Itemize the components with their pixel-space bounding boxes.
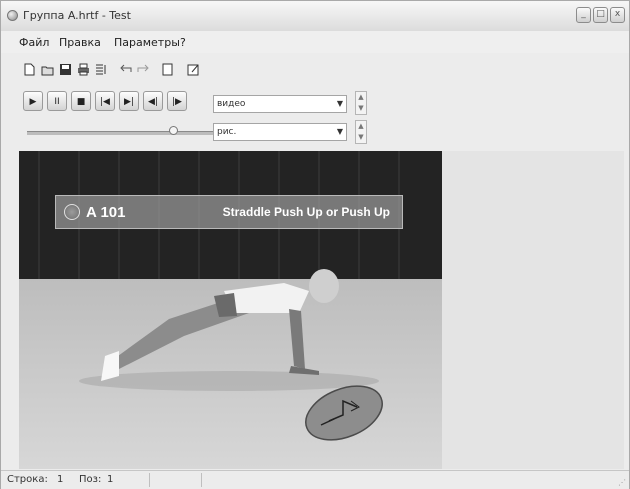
status-divider xyxy=(149,473,150,487)
menu-file[interactable]: Файл xyxy=(19,36,49,49)
dropdown-arrow-icon: ▼ xyxy=(336,99,343,108)
dropdown-arrow-icon: ▼ xyxy=(336,127,343,136)
spin-down-icon[interactable]: ▼ xyxy=(356,132,366,143)
app-window: Группа A.hrtf - Test _ □ x Файл Правка П… xyxy=(0,0,630,489)
app-icon xyxy=(7,10,18,21)
spin-down-icon[interactable]: ▼ xyxy=(356,103,366,114)
status-row-label: Строка: xyxy=(7,474,48,485)
status-divider xyxy=(201,473,202,487)
title-bar: Группа A.hrtf - Test _ □ x xyxy=(1,1,629,32)
spin-up-icon[interactable]: ▲ xyxy=(356,121,366,132)
pause-button[interactable]: II xyxy=(47,91,67,111)
page-icon[interactable] xyxy=(161,63,174,76)
skip-forward-button[interactable]: ▶| xyxy=(119,91,139,111)
movement-symbol-icon xyxy=(305,385,383,441)
banner-title: Straddle Push Up or Push Up xyxy=(222,205,390,219)
picture-select[interactable]: рис. ▼ xyxy=(213,123,347,141)
banner-emblem-icon xyxy=(64,204,80,220)
spin-up-icon[interactable]: ▲ xyxy=(356,92,366,103)
transport-controls: ▶ II ■ |◀ ▶| ◀| |▶ xyxy=(23,91,187,113)
undo-icon[interactable] xyxy=(119,63,132,76)
maximize-button[interactable]: □ xyxy=(593,7,608,23)
window-title: Группа A.hrtf - Test xyxy=(23,9,131,22)
video-select-value: видео xyxy=(217,99,246,109)
save-icon[interactable] xyxy=(59,63,72,76)
play-button[interactable]: ▶ xyxy=(23,91,43,111)
toolbar xyxy=(15,61,245,83)
video-select[interactable]: видео ▼ xyxy=(213,95,347,113)
stop-button[interactable]: ■ xyxy=(71,91,91,111)
minimize-button[interactable]: _ xyxy=(576,7,591,23)
status-row-value: 1 xyxy=(57,474,64,485)
banner-code: A 101 xyxy=(86,204,126,221)
position-slider-track[interactable] xyxy=(27,131,215,135)
video-viewer[interactable]: A 101 Straddle Push Up or Push Up xyxy=(19,151,442,469)
skip-back-button[interactable]: |◀ xyxy=(95,91,115,111)
status-pos-value: 1 xyxy=(107,474,114,485)
side-pane xyxy=(442,151,624,469)
close-button[interactable]: x xyxy=(610,7,625,23)
menu-bar: Файл Правка Параметры ? xyxy=(1,31,629,53)
window-controls: _ □ x xyxy=(576,7,625,23)
status-pos-label: Поз: xyxy=(79,474,102,485)
resize-grip-icon[interactable]: ⋰ xyxy=(618,478,627,487)
picture-select-value: рис. xyxy=(217,127,237,137)
print-icon[interactable] xyxy=(77,63,90,76)
player-panel: ▶ II ■ |◀ ▶| ◀| |▶ видео ▼ ▲ ▼ рис. ▼ ▲ … xyxy=(19,87,619,151)
video-spinner[interactable]: ▲ ▼ xyxy=(355,91,367,115)
new-icon[interactable] xyxy=(23,63,36,76)
redo-icon[interactable] xyxy=(137,63,150,76)
picture-spinner[interactable]: ▲ ▼ xyxy=(355,120,367,144)
step-back-button[interactable]: ◀| xyxy=(143,91,163,111)
open-icon[interactable] xyxy=(41,63,54,76)
menu-help[interactable]: ? xyxy=(180,36,186,49)
properties-icon[interactable] xyxy=(95,63,108,76)
edit-page-icon[interactable] xyxy=(187,63,200,76)
step-forward-button[interactable]: |▶ xyxy=(167,91,187,111)
video-banner: A 101 Straddle Push Up or Push Up xyxy=(55,195,403,229)
menu-edit[interactable]: Правка xyxy=(59,36,101,49)
status-bar: Строка: 1 Поз: 1 ⋰ xyxy=(1,470,629,489)
menu-settings[interactable]: Параметры xyxy=(114,36,180,49)
